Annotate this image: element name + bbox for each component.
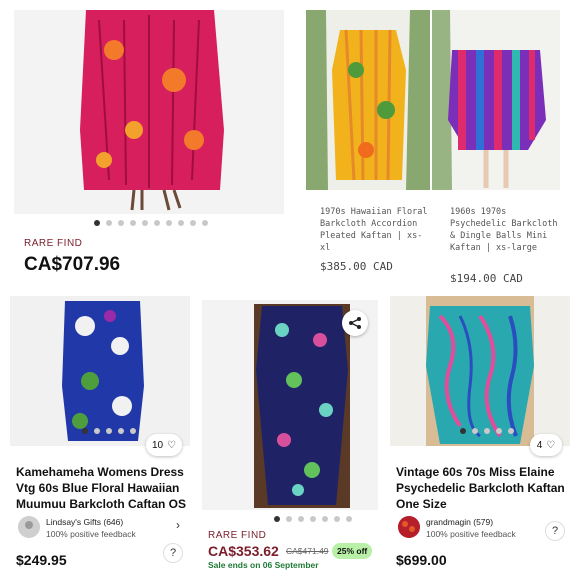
- carousel-dot[interactable]: [508, 428, 514, 434]
- rare-find-label: RARE FIND: [208, 530, 267, 541]
- blue-floral-muumuu-photo: [10, 296, 190, 446]
- carousel-dot[interactable]: [460, 428, 466, 434]
- listing-image-4[interactable]: [10, 296, 190, 446]
- hawaiian-floral-kaftan-photo: [306, 10, 430, 190]
- carousel-dot[interactable]: [142, 220, 148, 226]
- carousel-dot[interactable]: [346, 516, 352, 522]
- listing-price: $699.00: [396, 552, 447, 568]
- listing-image-3[interactable]: [432, 10, 560, 190]
- carousel-dot[interactable]: [298, 516, 304, 522]
- carousel-dot[interactable]: [106, 220, 112, 226]
- listing-price: CA$707.96: [24, 254, 121, 275]
- listing-title[interactable]: 1960s 1970s Psychedelic Barkcloth & Ding…: [450, 206, 558, 254]
- chevron-right-icon[interactable]: ›: [176, 518, 180, 532]
- seller-feedback: 100% positive feedback: [46, 529, 136, 539]
- seller-avatar: [18, 516, 40, 538]
- listing-image-2[interactable]: [306, 10, 430, 190]
- carousel-dot[interactable]: [334, 516, 340, 522]
- carousel-dot[interactable]: [94, 220, 100, 226]
- listing-title[interactable]: Kamehameha Womens Dress Vtg 60s Blue Flo…: [16, 464, 186, 512]
- carousel-dot[interactable]: [130, 428, 136, 434]
- seller-feedback: 100% positive feedback: [426, 529, 516, 539]
- help-button[interactable]: ?: [164, 544, 182, 562]
- carousel-dot[interactable]: [190, 220, 196, 226]
- listing-title[interactable]: 1970s Hawaiian Floral Barkcloth Accordio…: [320, 206, 428, 254]
- like-count: 10: [151, 439, 164, 451]
- pink-kaftan-photo: [14, 10, 284, 214]
- like-button[interactable]: 10 ♡: [146, 434, 182, 456]
- listing-price: CA$353.62: [208, 543, 279, 559]
- listing-price: $194.00 CAD: [450, 272, 523, 282]
- carousel-dot[interactable]: [274, 516, 280, 522]
- help-button[interactable]: ?: [546, 522, 564, 540]
- carousel-dots[interactable]: [82, 428, 136, 434]
- seller-avatar: [398, 516, 420, 538]
- carousel-dot[interactable]: [130, 220, 136, 226]
- like-count: 4: [536, 439, 543, 451]
- seller-name[interactable]: grandmagin (579): [426, 517, 493, 527]
- listing-card-6[interactable]: 4 ♡ Vintage 60s 70s Miss Elaine Psychede…: [390, 296, 570, 576]
- carousel-dot[interactable]: [322, 516, 328, 522]
- listing-title[interactable]: Vintage 60s 70s Miss Elaine Psychedelic …: [396, 464, 566, 512]
- carousel-dot[interactable]: [118, 428, 124, 434]
- listing-card-5[interactable]: RARE FIND CA$353.62 CA$471.49 25% off Sa…: [202, 300, 378, 576]
- carousel-dot[interactable]: [178, 220, 184, 226]
- listing-card-4[interactable]: 10 ♡ Kamehameha Womens Dress Vtg 60s Blu…: [10, 296, 190, 576]
- carousel-dots[interactable]: [274, 516, 352, 522]
- sale-end-text: Sale ends on 06 September: [208, 560, 319, 570]
- share-icon[interactable]: [342, 310, 368, 336]
- carousel-dot[interactable]: [82, 428, 88, 434]
- listing-price: $249.95: [16, 552, 67, 568]
- listing-price: $385.00 CAD: [320, 260, 393, 273]
- listing-card-1[interactable]: RARE FIND CA$707.96: [14, 10, 284, 282]
- rare-find-label: RARE FIND: [24, 238, 83, 249]
- heart-icon: ♡: [546, 439, 556, 451]
- carousel-dot[interactable]: [286, 516, 292, 522]
- carousel-dot[interactable]: [202, 220, 208, 226]
- carousel-dot[interactable]: [166, 220, 172, 226]
- listing-card-3[interactable]: 1960s 1970s Psychedelic Barkcloth & Ding…: [432, 10, 560, 282]
- carousel-dots[interactable]: [94, 220, 208, 226]
- teal-psychedelic-kaftan-photo: [390, 296, 570, 446]
- heart-icon: ♡: [167, 439, 177, 451]
- carousel-dot[interactable]: [154, 220, 160, 226]
- carousel-dots[interactable]: [460, 428, 514, 434]
- carousel-dot[interactable]: [310, 516, 316, 522]
- carousel-dot[interactable]: [484, 428, 490, 434]
- carousel-dot[interactable]: [496, 428, 502, 434]
- carousel-dot[interactable]: [94, 428, 100, 434]
- original-price: CA$471.49: [286, 546, 329, 556]
- carousel-dot[interactable]: [118, 220, 124, 226]
- listing-image-1[interactable]: [14, 10, 284, 214]
- listing-image-6[interactable]: [390, 296, 570, 446]
- carousel-dot[interactable]: [106, 428, 112, 434]
- seller-name[interactable]: Lindsay's Gifts (646): [46, 517, 123, 527]
- carousel-dot[interactable]: [472, 428, 478, 434]
- psychedelic-kaftan-photo: [432, 10, 560, 190]
- listing-card-2[interactable]: 1970s Hawaiian Floral Barkcloth Accordio…: [306, 10, 430, 282]
- like-button[interactable]: 4 ♡: [530, 434, 562, 456]
- discount-badge: 25% off: [332, 543, 373, 559]
